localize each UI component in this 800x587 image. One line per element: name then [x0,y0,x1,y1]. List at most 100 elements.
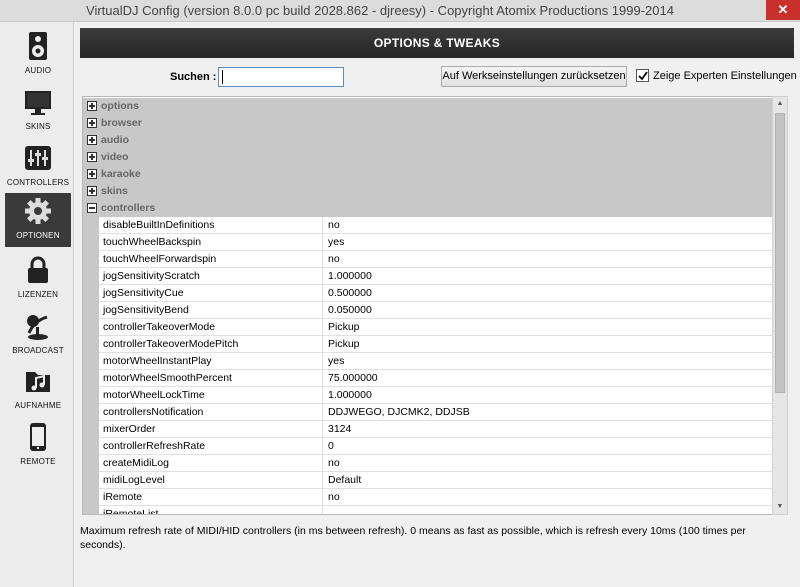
row-gutter [83,217,99,234]
property-value[interactable]: 1.000000 [323,387,775,404]
sidebar-item-label: OPTIONEN [16,231,60,240]
row-gutter [83,472,99,489]
sidebar-item-label: CONTROLLERS [6,178,70,187]
mixer-sliders-icon [25,146,51,170]
expand-plus-icon[interactable] [87,152,97,162]
row-gutter [83,319,99,336]
group-row-audio[interactable]: audio [83,132,775,149]
setting-description: Maximum refresh rate of MIDI/HID control… [80,525,746,551]
reset-defaults-button[interactable]: Auf Werkseinstellungen zurücksetzen [441,66,627,87]
property-value[interactable]: Pickup [323,319,775,336]
sidebar-item-label: REMOTE [20,457,56,466]
property-row[interactable]: jogSensitivityBend 0.050000 [83,302,775,319]
sidebar-item-lizenzen[interactable]: LIZENZEN [5,252,71,306]
sidebar-item-remote[interactable]: REMOTE [5,419,71,473]
property-value[interactable]: 0 [323,438,775,455]
group-row-options[interactable]: options [83,98,775,115]
group-row-karaoke[interactable]: karaoke [83,166,775,183]
property-row[interactable]: controllerRefreshRate 0 [83,438,775,455]
row-gutter [83,251,99,268]
property-value[interactable]: 3124 [323,421,775,438]
vertical-scrollbar[interactable]: ▲ ▼ [772,96,788,515]
group-name: video [101,151,129,163]
property-value[interactable]: 1.000000 [323,268,775,285]
group-row-video[interactable]: video [83,149,775,166]
property-row[interactable]: touchWheelBackspin yes [83,234,775,251]
property-row[interactable]: controllerTakeoverModePitch Pickup [83,336,775,353]
sidebar-item-label: AUFNAHME [14,401,62,410]
property-row[interactable]: touchWheelForwardspin no [83,251,775,268]
row-gutter [83,404,99,421]
property-name: disableBuiltInDefinitions [99,217,323,234]
property-value[interactable]: yes [323,353,775,370]
scroll-up-arrow-icon[interactable]: ▲ [773,97,787,111]
row-gutter [83,506,99,514]
property-name: motorWheelLockTime [99,387,323,404]
phone-icon [30,423,46,451]
expand-plus-icon[interactable] [87,169,97,179]
property-value[interactable]: 0.500000 [323,285,775,302]
property-row[interactable]: iRemoteList [83,506,775,514]
property-value[interactable]: 75.000000 [323,370,775,387]
property-row[interactable]: motorWheelSmoothPercent 75.000000 [83,370,775,387]
property-name: motorWheelInstantPlay [99,353,323,370]
property-name: jogSensitivityCue [99,285,323,302]
property-row[interactable]: midiLogLevel Default [83,472,775,489]
collapse-minus-icon[interactable] [87,203,97,213]
scroll-thumb[interactable] [775,113,785,393]
expert-settings-checkbox[interactable] [636,69,649,82]
group-name: karaoke [101,168,141,180]
row-gutter [83,455,99,472]
property-value[interactable]: 0.050000 [323,302,775,319]
search-input[interactable] [218,67,344,87]
settings-tree: options browser audio video karaoke skin… [82,96,776,515]
sidebar-item-audio[interactable]: AUDIO [5,28,71,82]
property-row[interactable]: mixerOrder 3124 [83,421,775,438]
property-value[interactable] [323,506,775,514]
property-row[interactable]: iRemote no [83,489,775,506]
sidebar-item-label: AUDIO [24,66,52,75]
checkmark-icon [638,71,648,81]
expand-plus-icon[interactable] [87,101,97,111]
property-value[interactable]: yes [323,234,775,251]
property-row[interactable]: controllerTakeoverMode Pickup [83,319,775,336]
sidebar-item-aufnahme[interactable]: AUFNAHME [5,363,71,417]
property-value[interactable]: Pickup [323,336,775,353]
lock-icon [28,256,48,283]
sidebar-item-optionen[interactable]: OPTIONEN [5,193,71,247]
property-value[interactable]: DDJWEGO, DJCMK2, DDJSB [323,404,775,421]
property-value[interactable]: no [323,489,775,506]
property-row[interactable]: jogSensitivityCue 0.500000 [83,285,775,302]
sidebar-item-controllers[interactable]: CONTROLLERS [5,140,71,194]
property-name: iRemoteList [99,506,323,514]
property-name: controllerTakeoverModePitch [99,336,323,353]
property-row[interactable]: motorWheelInstantPlay yes [83,353,775,370]
scroll-down-arrow-icon[interactable]: ▼ [773,500,787,514]
search-label: Suchen : [170,71,217,83]
group-row-controllers[interactable]: controllers [83,200,775,217]
property-row[interactable]: controllersNotification DDJWEGO, DJCMK2, … [83,404,775,421]
expert-settings-label[interactable]: Zeige Experten Einstellungen [653,70,797,82]
property-value[interactable]: no [323,217,775,234]
property-value[interactable]: Default [323,472,775,489]
property-name: touchWheelForwardspin [99,251,323,268]
group-row-browser[interactable]: browser [83,115,775,132]
property-row[interactable]: jogSensitivityScratch 1.000000 [83,268,775,285]
expand-plus-icon[interactable] [87,186,97,196]
expand-plus-icon[interactable] [87,135,97,145]
sidebar-item-label: LIZENZEN [17,290,59,299]
panel-header: OPTIONS & TWEAKS [80,28,794,58]
title-bar: VirtualDJ Config (version 8.0.0 pc build… [0,0,800,22]
property-name: controllersNotification [99,404,323,421]
group-name: browser [101,117,142,129]
property-row[interactable]: motorWheelLockTime 1.000000 [83,387,775,404]
property-row[interactable]: createMidiLog no [83,455,775,472]
property-value[interactable]: no [323,251,775,268]
property-value[interactable]: no [323,455,775,472]
expand-plus-icon[interactable] [87,118,97,128]
group-row-skins[interactable]: skins [83,183,775,200]
sidebar-item-broadcast[interactable]: BROADCAST [5,308,71,362]
property-row[interactable]: disableBuiltInDefinitions no [83,217,775,234]
close-button[interactable]: ✕ [766,0,800,20]
sidebar-item-skins[interactable]: SKINS [5,84,71,138]
